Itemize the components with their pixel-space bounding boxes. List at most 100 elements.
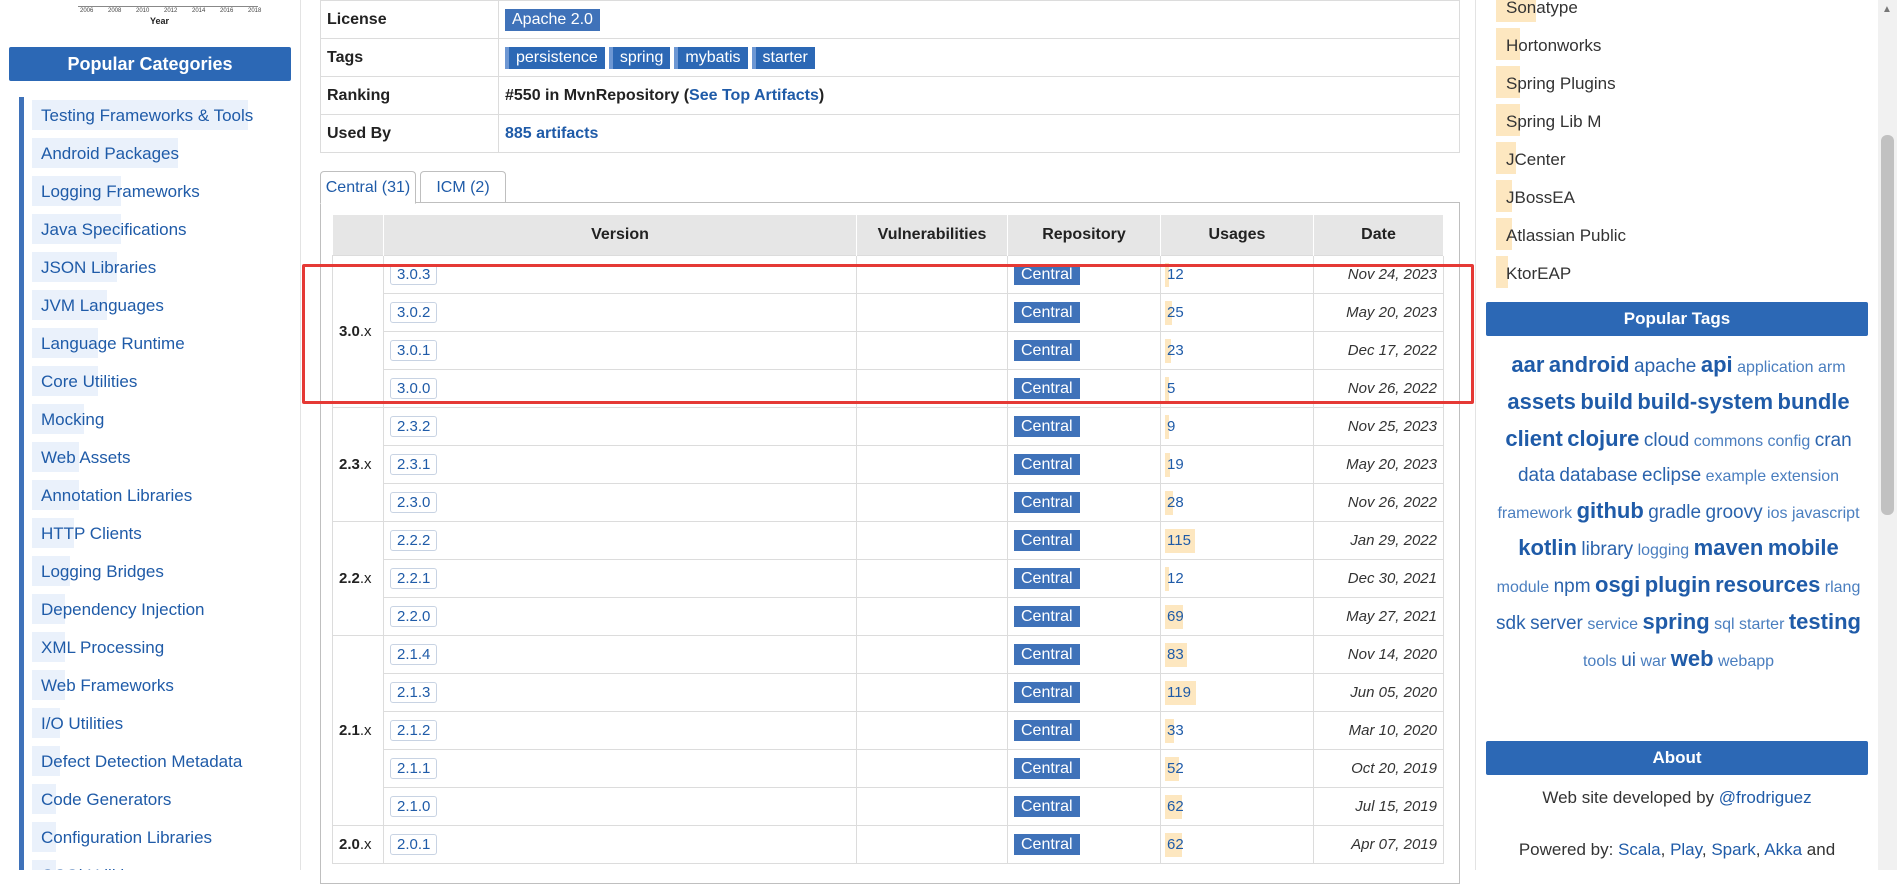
repository-badge[interactable]: Central xyxy=(1014,339,1080,361)
sidebar-category-item[interactable]: OSGi Utilities xyxy=(19,857,289,870)
repository-badge[interactable]: Central xyxy=(1014,795,1080,817)
sidebar-category-item[interactable]: Dependency Injection xyxy=(19,591,289,629)
usages-link[interactable]: 83 xyxy=(1167,646,1184,663)
repository-badge[interactable]: Central xyxy=(1014,415,1080,437)
repository-item[interactable]: Hortonworks xyxy=(1496,26,1796,64)
sidebar-category-item[interactable]: Annotation Libraries xyxy=(19,477,289,515)
tag-persistence[interactable]: persistence xyxy=(505,46,605,69)
repository-badge[interactable]: Central xyxy=(1014,263,1080,285)
version-link[interactable]: 3.0.2 xyxy=(390,301,438,323)
powered-by-link[interactable]: Akka xyxy=(1764,840,1802,859)
repository-badge[interactable]: Central xyxy=(1014,719,1080,741)
tag-cloud-item[interactable]: webapp xyxy=(1718,653,1774,670)
usages-link[interactable]: 19 xyxy=(1167,456,1184,473)
repository-item[interactable]: Sonatype xyxy=(1496,0,1796,26)
tag-cloud-item[interactable]: rlang xyxy=(1825,579,1861,596)
tag-cloud-item[interactable]: application xyxy=(1737,359,1814,376)
tag-cloud-item[interactable]: war xyxy=(1640,653,1666,670)
sidebar-category-item[interactable]: Mocking xyxy=(19,401,289,439)
sidebar-category-item[interactable]: Defect Detection Metadata xyxy=(19,743,289,781)
repository-badge[interactable]: Central xyxy=(1014,833,1080,855)
usages-link[interactable]: 28 xyxy=(1167,494,1184,511)
tag-cloud-item[interactable]: database xyxy=(1559,465,1637,486)
license-badge[interactable]: Apache 2.0 xyxy=(505,8,600,31)
tag-cloud-item[interactable]: starter xyxy=(1739,616,1784,633)
tag-cloud-item[interactable]: service xyxy=(1587,616,1638,633)
usages-link[interactable]: 23 xyxy=(1167,342,1184,359)
tag-cloud-item[interactable]: sdk xyxy=(1496,613,1526,634)
version-link[interactable]: 3.0.0 xyxy=(390,377,438,399)
repository-badge[interactable]: Central xyxy=(1014,453,1080,475)
used-by-link[interactable]: 885 artifacts xyxy=(505,125,598,142)
repository-badge[interactable]: Central xyxy=(1014,567,1080,589)
sidebar-category-item[interactable]: Configuration Libraries xyxy=(19,819,289,857)
tag-cloud-item[interactable]: ui xyxy=(1621,650,1636,671)
tag-mybatis[interactable]: mybatis xyxy=(674,46,748,69)
repository-badge[interactable]: Central xyxy=(1014,377,1080,399)
tag-cloud-item[interactable]: mobile xyxy=(1768,535,1839,560)
sidebar-category-item[interactable]: Android Packages xyxy=(19,135,289,173)
tag-cloud-item[interactable]: cran xyxy=(1815,430,1852,451)
repository-badge[interactable]: Central xyxy=(1014,605,1080,627)
sidebar-category-item[interactable]: Web Assets xyxy=(19,439,289,477)
usages-link[interactable]: 12 xyxy=(1167,266,1184,283)
tab-central[interactable]: Central (31) xyxy=(320,171,416,204)
version-link[interactable]: 2.1.2 xyxy=(390,719,438,741)
sidebar-category-item[interactable]: JSON Libraries xyxy=(19,249,289,287)
repository-item[interactable]: Spring Plugins xyxy=(1496,64,1796,102)
tag-cloud-item[interactable]: osgi xyxy=(1595,572,1640,597)
repository-item[interactable]: JBossEA xyxy=(1496,178,1796,216)
tag-cloud-item[interactable]: assets xyxy=(1507,389,1576,414)
sidebar-category-item[interactable]: Logging Bridges xyxy=(19,553,289,591)
scroll-up-arrow-icon[interactable]: ▲ xyxy=(1882,4,1892,15)
tag-cloud-item[interactable]: sql xyxy=(1714,616,1734,633)
powered-by-link[interactable]: Scala xyxy=(1618,840,1661,859)
usages-link[interactable]: 5 xyxy=(1167,380,1175,397)
tag-cloud-item[interactable]: groovy xyxy=(1706,502,1763,523)
tag-cloud-item[interactable]: framework xyxy=(1497,505,1572,522)
page-scrollbar[interactable]: ▲ xyxy=(1878,0,1897,870)
usages-link[interactable]: 115 xyxy=(1167,532,1191,549)
repository-item[interactable]: KtorEAP xyxy=(1496,254,1796,292)
usages-link[interactable]: 9 xyxy=(1167,418,1175,435)
tag-cloud-item[interactable]: client xyxy=(1505,426,1562,451)
tag-cloud-item[interactable]: plugin xyxy=(1645,572,1711,597)
tag-cloud-item[interactable]: apache xyxy=(1634,356,1696,377)
tag-cloud-item[interactable]: module xyxy=(1497,579,1549,596)
version-link[interactable]: 2.3.2 xyxy=(390,415,438,437)
tab-icm[interactable]: ICM (2) xyxy=(420,171,506,203)
tag-cloud-item[interactable]: spring xyxy=(1642,609,1709,634)
version-link[interactable]: 2.3.0 xyxy=(390,491,438,513)
sidebar-category-item[interactable]: Language Runtime xyxy=(19,325,289,363)
version-link[interactable]: 3.0.1 xyxy=(390,339,438,361)
sidebar-category-item[interactable]: HTTP Clients xyxy=(19,515,289,553)
tag-cloud-item[interactable]: tools xyxy=(1583,653,1617,670)
tag-cloud-item[interactable]: config xyxy=(1768,433,1811,450)
tag-cloud-item[interactable]: maven xyxy=(1694,535,1764,560)
version-link[interactable]: 2.1.4 xyxy=(390,643,438,665)
sidebar-category-item[interactable]: Java Specifications xyxy=(19,211,289,249)
version-link[interactable]: 2.2.0 xyxy=(390,605,438,627)
version-link[interactable]: 2.2.1 xyxy=(390,567,438,589)
repository-badge[interactable]: Central xyxy=(1014,643,1080,665)
tag-cloud-item[interactable]: web xyxy=(1671,646,1714,671)
tag-cloud-item[interactable]: library xyxy=(1581,539,1633,560)
powered-by-link[interactable]: Spark xyxy=(1711,840,1755,859)
tag-cloud-item[interactable]: github xyxy=(1577,498,1644,523)
usages-link[interactable]: 25 xyxy=(1167,304,1184,321)
usages-link[interactable]: 62 xyxy=(1167,798,1184,815)
usages-link[interactable]: 33 xyxy=(1167,722,1184,739)
repository-item[interactable]: JCenter xyxy=(1496,140,1796,178)
tag-cloud-item[interactable]: resources xyxy=(1715,572,1820,597)
tag-cloud-item[interactable]: build-system xyxy=(1637,389,1773,414)
sidebar-category-item[interactable]: JVM Languages xyxy=(19,287,289,325)
tag-cloud-item[interactable]: server xyxy=(1530,613,1583,634)
version-link[interactable]: 2.2.2 xyxy=(390,529,438,551)
tag-cloud-item[interactable]: android xyxy=(1549,352,1630,377)
usages-link[interactable]: 119 xyxy=(1167,684,1191,701)
tag-cloud-item[interactable]: ios xyxy=(1767,505,1787,522)
usages-link[interactable]: 69 xyxy=(1167,608,1184,625)
tag-spring[interactable]: spring xyxy=(608,46,671,69)
tag-cloud-item[interactable]: arm xyxy=(1818,359,1846,376)
usages-link[interactable]: 12 xyxy=(1167,570,1184,587)
